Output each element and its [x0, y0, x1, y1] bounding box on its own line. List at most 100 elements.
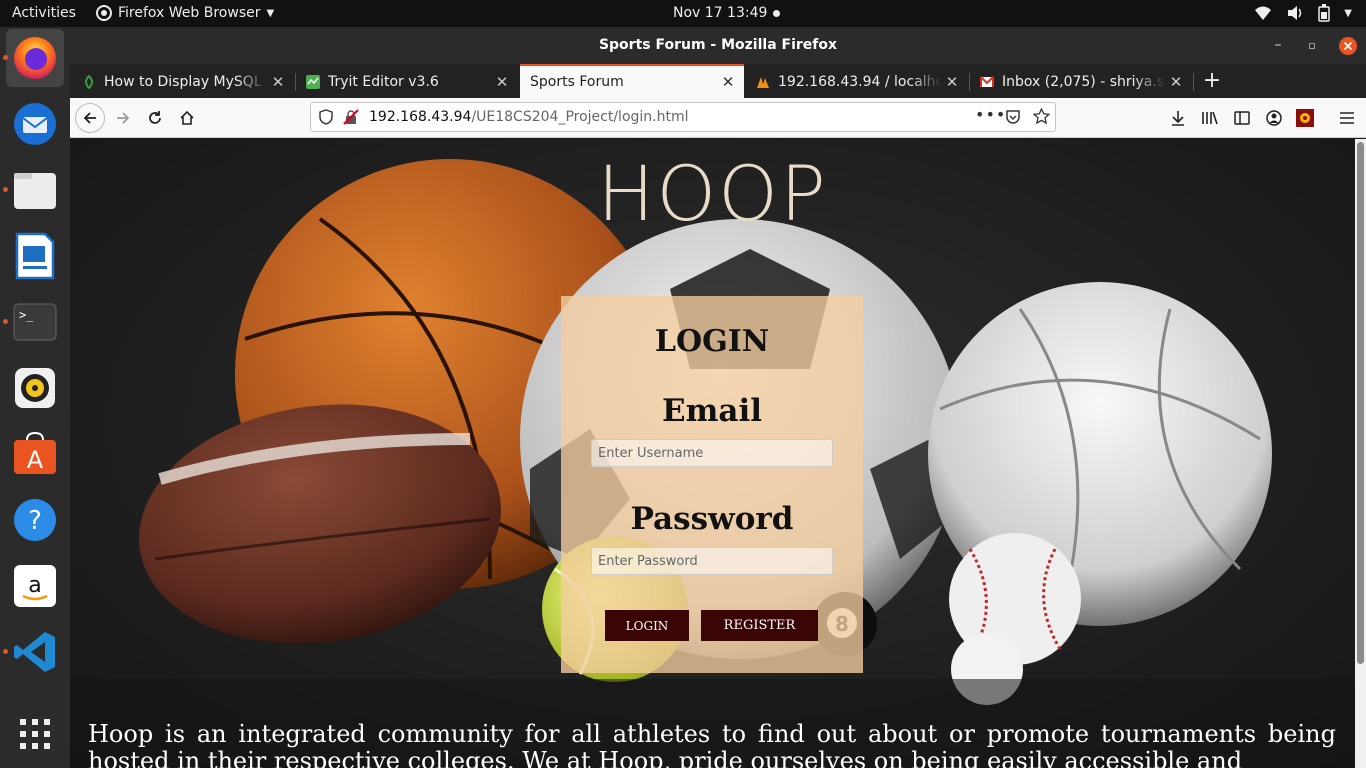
tab-separator — [1193, 73, 1194, 91]
tab-title: How to Display MySQL Ta — [104, 74, 268, 90]
files-icon — [14, 173, 56, 209]
tab-close-icon[interactable]: ✕ — [268, 73, 288, 91]
w3-icon — [306, 75, 320, 89]
app-menu-label: Firefox Web Browser — [118, 5, 261, 21]
login-panel: LOGIN Email Password LOGIN REGISTER — [561, 296, 863, 673]
svg-text:>_: >_ — [19, 308, 34, 322]
password-field[interactable] — [591, 547, 833, 575]
scrollbar-thumb[interactable] — [1357, 142, 1364, 664]
page-viewport: 8 HOOP LOGIN Email Password LOGIN REGIST… — [70, 139, 1355, 768]
system-top-bar: Activities Firefox Web Browser ▼ Nov 17 … — [0, 0, 1366, 27]
sidebar-button[interactable] — [1227, 103, 1257, 133]
arrow-right-icon — [117, 112, 130, 124]
dock-amazon[interactable]: a — [6, 557, 64, 615]
tab-title: 192.168.43.94 / localhost — [778, 74, 942, 90]
dock-rhythmbox[interactable] — [6, 359, 64, 417]
tab-title: Tryit Editor v3.6 — [328, 74, 439, 90]
extension-button[interactable] — [1290, 103, 1320, 133]
account-button[interactable] — [1259, 103, 1289, 133]
battery-icon — [1318, 4, 1331, 22]
tab-title: Sports Forum — [530, 74, 624, 90]
dock-software-center[interactable]: A — [6, 425, 64, 483]
system-tray[interactable]: ▼ — [1254, 4, 1352, 22]
software-bag-icon: A — [14, 432, 56, 474]
running-indicator — [3, 649, 8, 654]
new-tab-button[interactable]: + — [1200, 68, 1224, 94]
arrow-left-icon — [83, 112, 96, 124]
close-icon — [1339, 36, 1357, 55]
home-button[interactable] — [172, 103, 202, 133]
open-menu-button[interactable] — [1332, 103, 1362, 133]
activities-button[interactable]: Activities — [12, 5, 76, 21]
app-grid-icon — [20, 719, 50, 749]
tab-bar: How to Display MySQL Ta ✕ Tryit Editor v… — [70, 64, 1366, 98]
back-button[interactable] — [75, 103, 105, 133]
page-scrollbar[interactable] — [1355, 139, 1366, 768]
dock-help[interactable]: ? — [6, 491, 64, 549]
close-window-button[interactable] — [1334, 27, 1362, 64]
minimize-button[interactable]: – — [1264, 27, 1292, 64]
clock-text: Nov 17 13:49 — [673, 5, 768, 21]
svg-text:A: A — [27, 446, 44, 474]
window-title: Sports Forum - Mozilla Firefox — [598, 37, 838, 53]
tab-tryit[interactable]: Tryit Editor v3.6 ✕ — [296, 66, 518, 98]
login-button[interactable]: LOGIN — [605, 610, 689, 641]
tab-mysql[interactable]: How to Display MySQL Ta ✕ — [72, 66, 294, 98]
page-actions-menu-icon[interactable]: ••• — [975, 105, 1006, 124]
dock: >_ A ? a — [0, 27, 70, 768]
downloads-button[interactable] — [1163, 103, 1193, 133]
volume-icon — [1288, 6, 1302, 20]
dock-show-applications[interactable] — [6, 705, 64, 763]
thunderbird-icon — [14, 103, 56, 145]
info-shield-icon[interactable] — [319, 109, 333, 125]
running-indicator — [3, 55, 8, 60]
gmail-icon — [980, 76, 994, 87]
reload-button[interactable] — [140, 103, 170, 133]
tab-close-icon[interactable]: ✕ — [942, 73, 962, 91]
maximize-button[interactable]: ▫ — [1298, 27, 1326, 64]
url-bar[interactable]: 192.168.43.94/UE18CS204_Project/login.ht… — [310, 102, 1056, 132]
login-heading: LOGIN — [654, 324, 770, 359]
phpmyadmin-icon — [757, 77, 769, 88]
navigation-toolbar: 192.168.43.94/UE18CS204_Project/login.ht… — [70, 98, 1366, 138]
bookmark-star-icon[interactable] — [1033, 108, 1050, 125]
tab-phpmyadmin[interactable]: 192.168.43.94 / localhost ✕ — [746, 66, 968, 98]
download-icon — [1172, 111, 1184, 126]
home-icon — [180, 110, 194, 125]
leaf-icon — [85, 75, 93, 89]
help-icon: ? — [14, 499, 56, 541]
register-button[interactable]: REGISTER — [701, 610, 818, 641]
running-indicator — [3, 187, 8, 192]
dock-thunderbird[interactable] — [6, 95, 64, 153]
vscode-icon — [14, 632, 55, 672]
forward-button[interactable] — [108, 103, 138, 133]
dock-files[interactable] — [3, 161, 64, 219]
dock-firefox[interactable] — [3, 29, 64, 87]
insecure-lock-icon[interactable] — [343, 109, 359, 125]
app-menu[interactable]: Firefox Web Browser ▼ — [96, 5, 274, 21]
tab-title: Inbox (2,075) - shriya.sha — [1002, 74, 1166, 90]
tab-sports-forum[interactable]: Sports Forum ✕ — [520, 64, 744, 98]
library-icon — [1202, 111, 1218, 125]
dock-terminal[interactable]: >_ — [3, 293, 64, 351]
firefox-icon — [14, 37, 56, 79]
chevron-down-icon: ▼ — [1344, 7, 1352, 19]
pocket-icon[interactable] — [1005, 109, 1021, 125]
tab-close-icon[interactable]: ✕ — [718, 73, 738, 91]
tab-close-icon[interactable]: ✕ — [492, 73, 512, 91]
tab-gmail[interactable]: Inbox (2,075) - shriya.sha ✕ — [970, 66, 1192, 98]
brand-title: HOOP — [597, 149, 828, 238]
running-indicator — [3, 319, 8, 324]
sidebar-icon — [1234, 111, 1250, 125]
notification-dot-icon — [773, 9, 781, 17]
dock-vscode[interactable] — [3, 623, 64, 681]
dock-libreoffice-writer[interactable] — [6, 227, 64, 285]
chevron-down-icon: ▼ — [266, 7, 275, 19]
email-field[interactable] — [591, 439, 833, 467]
writer-document-icon — [15, 232, 55, 280]
about-paragraph: Hoop is an integrated community for all … — [88, 720, 1336, 768]
tab-close-icon[interactable]: ✕ — [1166, 73, 1186, 91]
window-titlebar[interactable]: Sports Forum - Mozilla Firefox – ▫ — [70, 27, 1366, 64]
library-button[interactable] — [1195, 103, 1225, 133]
clock[interactable]: Nov 17 13:49 — [673, 5, 781, 21]
